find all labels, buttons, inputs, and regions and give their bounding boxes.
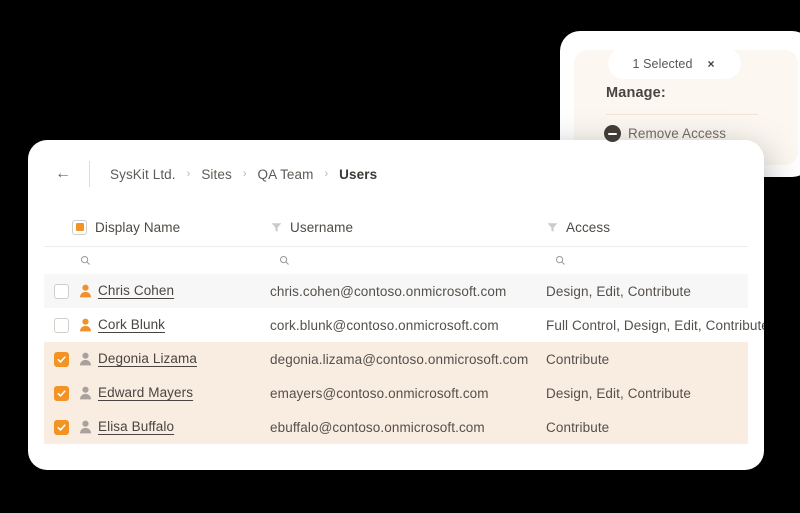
chevron-right-icon: › <box>186 167 191 180</box>
display-name-link[interactable]: Cork Blunk <box>98 317 165 332</box>
filter-funnel-icon[interactable] <box>271 222 282 233</box>
checkbox-checked-icon[interactable] <box>54 419 69 435</box>
search-input-access[interactable] <box>547 255 748 266</box>
cell-access: Contribute <box>546 351 610 367</box>
table-row[interactable]: Edward Mayers emayers@contoso.onmicrosoft… <box>44 376 748 410</box>
cell-username: emayers@contoso.onmicrosoft.com <box>270 385 489 401</box>
breadcrumb-item-qa-team[interactable]: QA Team <box>258 167 314 182</box>
remove-access-button[interactable]: Remove Access <box>604 125 726 142</box>
cell-username: chris.cohen@contoso.onmicrosoft.com <box>270 283 507 299</box>
table-row[interactable]: Cork Blunk cork.blunk@contoso.onmicrosoft… <box>44 308 764 342</box>
cell-access: Design, Edit, Contribute <box>546 283 691 299</box>
table-body: Chris Cohen chris.cohen@contoso.onmicroso… <box>44 274 764 444</box>
back-arrow-icon[interactable]: ← <box>54 166 72 182</box>
breadcrumb-item-syskit-ltd[interactable]: SysKit Ltd. <box>110 167 176 182</box>
chevron-right-icon: › <box>242 167 247 180</box>
table-row[interactable]: Degonia Lizama degonia.lizama@contoso.onm… <box>44 342 748 376</box>
users-card: ← SysKit Ltd. › Sites › QA Team › Users … <box>28 140 764 470</box>
table-row[interactable]: Elisa Buffalo ebuffalo@contoso.onmicrosof… <box>44 410 748 444</box>
row-checkbox-cell <box>51 385 72 401</box>
cell-display-name: Cork Blunk <box>98 316 270 334</box>
person-icon <box>79 386 91 400</box>
cell-display-name: Chris Cohen <box>98 282 270 300</box>
avatar <box>72 318 98 332</box>
checkbox-checked-icon[interactable] <box>54 351 69 367</box>
checkbox-indeterminate-icon[interactable] <box>72 219 87 235</box>
person-icon <box>79 284 91 298</box>
cell-access: Contribute <box>546 419 610 435</box>
chevron-right-icon: › <box>324 167 329 180</box>
row-checkbox-cell <box>51 317 72 333</box>
checkbox-unchecked-icon[interactable] <box>54 317 69 333</box>
cell-username: cork.blunk@contoso.onmicrosoft.com <box>270 317 499 333</box>
row-checkbox-cell <box>51 283 72 299</box>
avatar <box>72 284 98 298</box>
selection-count-pill: 1 Selected × <box>608 48 741 79</box>
cell-username: degonia.lizama@contoso.onmicrosoft.com <box>270 351 529 367</box>
cell-display-name: Edward Mayers <box>98 384 270 402</box>
checkbox-checked-icon[interactable] <box>54 385 69 401</box>
column-header-display-name[interactable]: Display Name <box>72 219 271 235</box>
search-icon[interactable] <box>279 255 290 266</box>
breadcrumb-item-sites[interactable]: Sites <box>201 167 232 182</box>
table-header-row: Display Name Username Access <box>44 208 748 246</box>
display-name-link[interactable]: Edward Mayers <box>98 385 193 400</box>
minus-circle-icon <box>604 125 621 142</box>
avatar <box>72 352 98 366</box>
column-header-access[interactable]: Access <box>547 220 748 235</box>
selection-count-label: 1 Selected <box>632 56 693 71</box>
cell-display-name: Elisa Buffalo <box>98 418 270 436</box>
breadcrumb: ← SysKit Ltd. › Sites › QA Team › Users <box>28 140 377 208</box>
avatar <box>72 386 98 400</box>
search-input-username[interactable] <box>271 255 547 266</box>
filter-funnel-icon[interactable] <box>547 222 558 233</box>
cell-display-name: Degonia Lizama <box>98 350 270 368</box>
cell-access: Full Control, Design, Edit, Contribute <box>546 317 764 333</box>
table-search-row <box>44 246 748 274</box>
manage-section-label: Manage: <box>606 85 666 101</box>
avatar <box>72 420 98 434</box>
display-name-link[interactable]: Degonia Lizama <box>98 351 197 366</box>
close-icon[interactable]: × <box>706 56 717 72</box>
breadcrumb-divider <box>89 161 90 187</box>
search-icon[interactable] <box>80 255 91 266</box>
column-header-label: Access <box>566 219 611 235</box>
checkbox-unchecked-icon[interactable] <box>54 283 69 299</box>
remove-access-label: Remove Access <box>628 126 727 141</box>
screenshot-stage: 1 Selected × Manage: Remove Access ← Sys… <box>0 0 800 513</box>
column-header-label: Display Name <box>95 219 181 235</box>
breadcrumb-item-users: Users <box>339 166 378 182</box>
table-row[interactable]: Chris Cohen chris.cohen@contoso.onmicroso… <box>44 274 748 308</box>
display-name-link[interactable]: Elisa Buffalo <box>98 419 174 434</box>
search-icon[interactable] <box>555 255 566 266</box>
display-name-link[interactable]: Chris Cohen <box>98 283 174 298</box>
person-icon <box>79 352 91 366</box>
person-icon <box>79 420 91 434</box>
row-checkbox-cell <box>51 419 72 435</box>
users-table: Display Name Username Access Chris Cohen… <box>44 208 764 470</box>
search-input-display-name[interactable] <box>72 255 271 266</box>
column-header-label: Username <box>290 219 354 235</box>
cell-username: ebuffalo@contoso.onmicrosoft.com <box>270 419 485 435</box>
cell-access: Design, Edit, Contribute <box>546 385 691 401</box>
person-icon <box>79 318 91 332</box>
column-header-username[interactable]: Username <box>271 220 547 235</box>
row-checkbox-cell <box>51 351 72 367</box>
popup-divider <box>606 114 758 115</box>
